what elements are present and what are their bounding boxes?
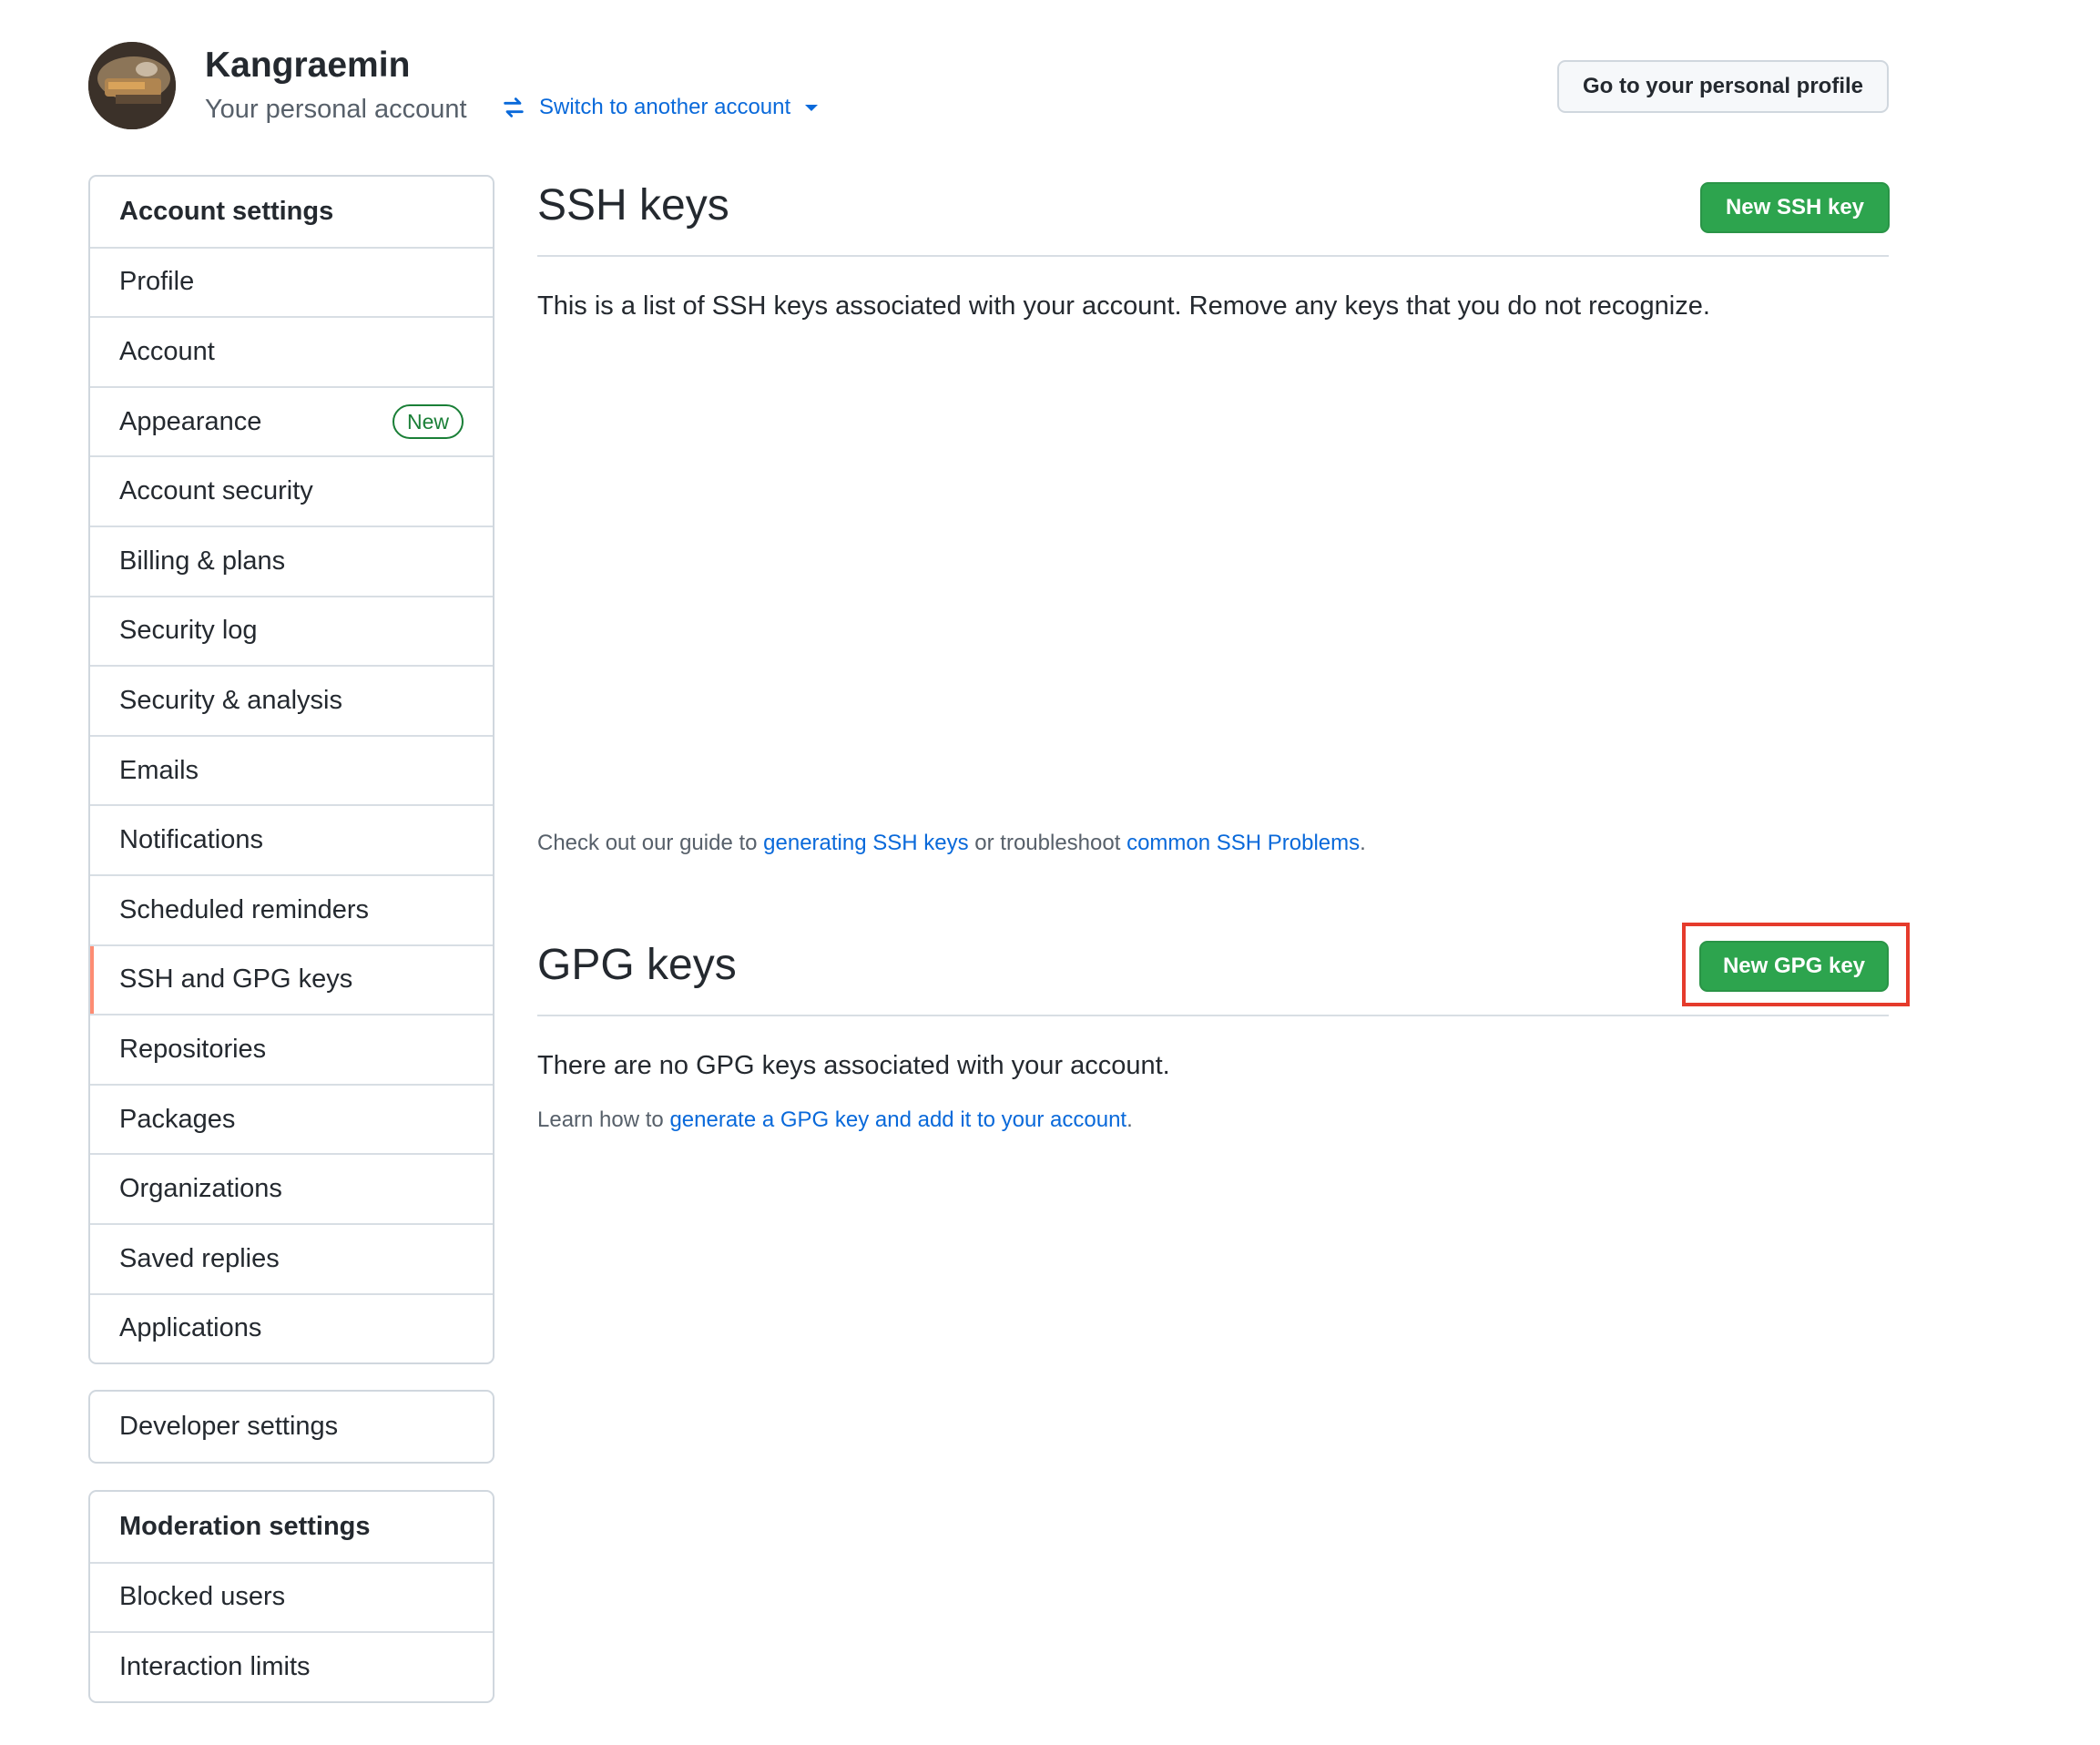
- ssh-keys-title: SSH keys: [537, 181, 729, 230]
- common-ssh-problems-link[interactable]: common SSH Problems: [1126, 831, 1360, 855]
- sidebar-item-emails[interactable]: Emails: [90, 734, 493, 805]
- gpg-learn-text: Learn how to generate a GPG key and add …: [537, 1107, 1133, 1132]
- avatar[interactable]: [88, 42, 176, 129]
- gpg-divider: [537, 1015, 1889, 1016]
- switch-account-label: Switch to another account: [539, 95, 791, 119]
- sidebar-item-notifications[interactable]: Notifications: [90, 804, 493, 874]
- sidebar-item-ssh-gpg-keys[interactable]: SSH and GPG keys: [90, 944, 493, 1015]
- sidebar-item-saved-replies[interactable]: Saved replies: [90, 1222, 493, 1293]
- moderation-settings-menu: Moderation settings Blocked users Intera…: [88, 1490, 494, 1703]
- sidebar-item-scheduled-reminders[interactable]: Scheduled reminders: [90, 873, 493, 944]
- account-settings-menu: Account settings Profile Account Appeara…: [88, 175, 494, 1365]
- new-ssh-key-button[interactable]: New SSH key: [1700, 182, 1890, 233]
- caret-down-icon: [805, 104, 819, 111]
- arrows-switch-icon: [504, 97, 524, 117]
- switch-account-link[interactable]: Switch to another account: [501, 95, 819, 120]
- sidebar-item-blocked-users[interactable]: Blocked users: [90, 1561, 493, 1632]
- sidebar-item-organizations[interactable]: Organizations: [90, 1153, 493, 1223]
- sidebar-item-security-log[interactable]: Security log: [90, 595, 493, 666]
- settings-page: Kangraemin Your personal account Switch …: [0, 0, 2100, 1745]
- username: Kangraemin: [205, 46, 411, 85]
- sidebar-item-account[interactable]: Account: [90, 316, 493, 386]
- sidebar-item-packages[interactable]: Packages: [90, 1083, 493, 1154]
- sidebar-item-developer-settings[interactable]: Developer settings: [90, 1392, 493, 1462]
- go-to-profile-button[interactable]: Go to your personal profile: [1557, 60, 1889, 113]
- sidebar-item-appearance[interactable]: Appearance New: [90, 385, 493, 456]
- sidebar-item-interaction-limits[interactable]: Interaction limits: [90, 1631, 493, 1701]
- sidebar-item-billing[interactable]: Billing & plans: [90, 525, 493, 596]
- sidebar-item-security-analysis[interactable]: Security & analysis: [90, 665, 493, 735]
- ssh-description: This is a list of SSH keys associated wi…: [537, 291, 1710, 321]
- account-settings-heading: Account settings: [119, 196, 334, 226]
- new-badge: New: [392, 404, 464, 440]
- sidebar-item-profile[interactable]: Profile: [90, 246, 493, 317]
- ssh-guide-text: Check out our guide to generating SSH ke…: [537, 831, 1366, 855]
- sidebar-item-applications[interactable]: Applications: [90, 1292, 493, 1363]
- highlight-annotation-box: [1682, 923, 1910, 1006]
- developer-settings-menu: Developer settings: [88, 1390, 494, 1464]
- gpg-empty-text: There are no GPG keys associated with yo…: [537, 1051, 1170, 1080]
- sidebar-item-account-security[interactable]: Account security: [90, 455, 493, 526]
- generating-ssh-keys-link[interactable]: generating SSH keys: [763, 831, 968, 855]
- moderation-settings-heading: Moderation settings: [119, 1511, 371, 1541]
- account-subtitle: Your personal account: [205, 95, 467, 124]
- ssh-divider: [537, 255, 1889, 257]
- generate-gpg-key-link[interactable]: generate a GPG key and add it to your ac…: [669, 1107, 1126, 1132]
- sidebar-item-repositories[interactable]: Repositories: [90, 1014, 493, 1084]
- gpg-keys-title: GPG keys: [537, 941, 737, 989]
